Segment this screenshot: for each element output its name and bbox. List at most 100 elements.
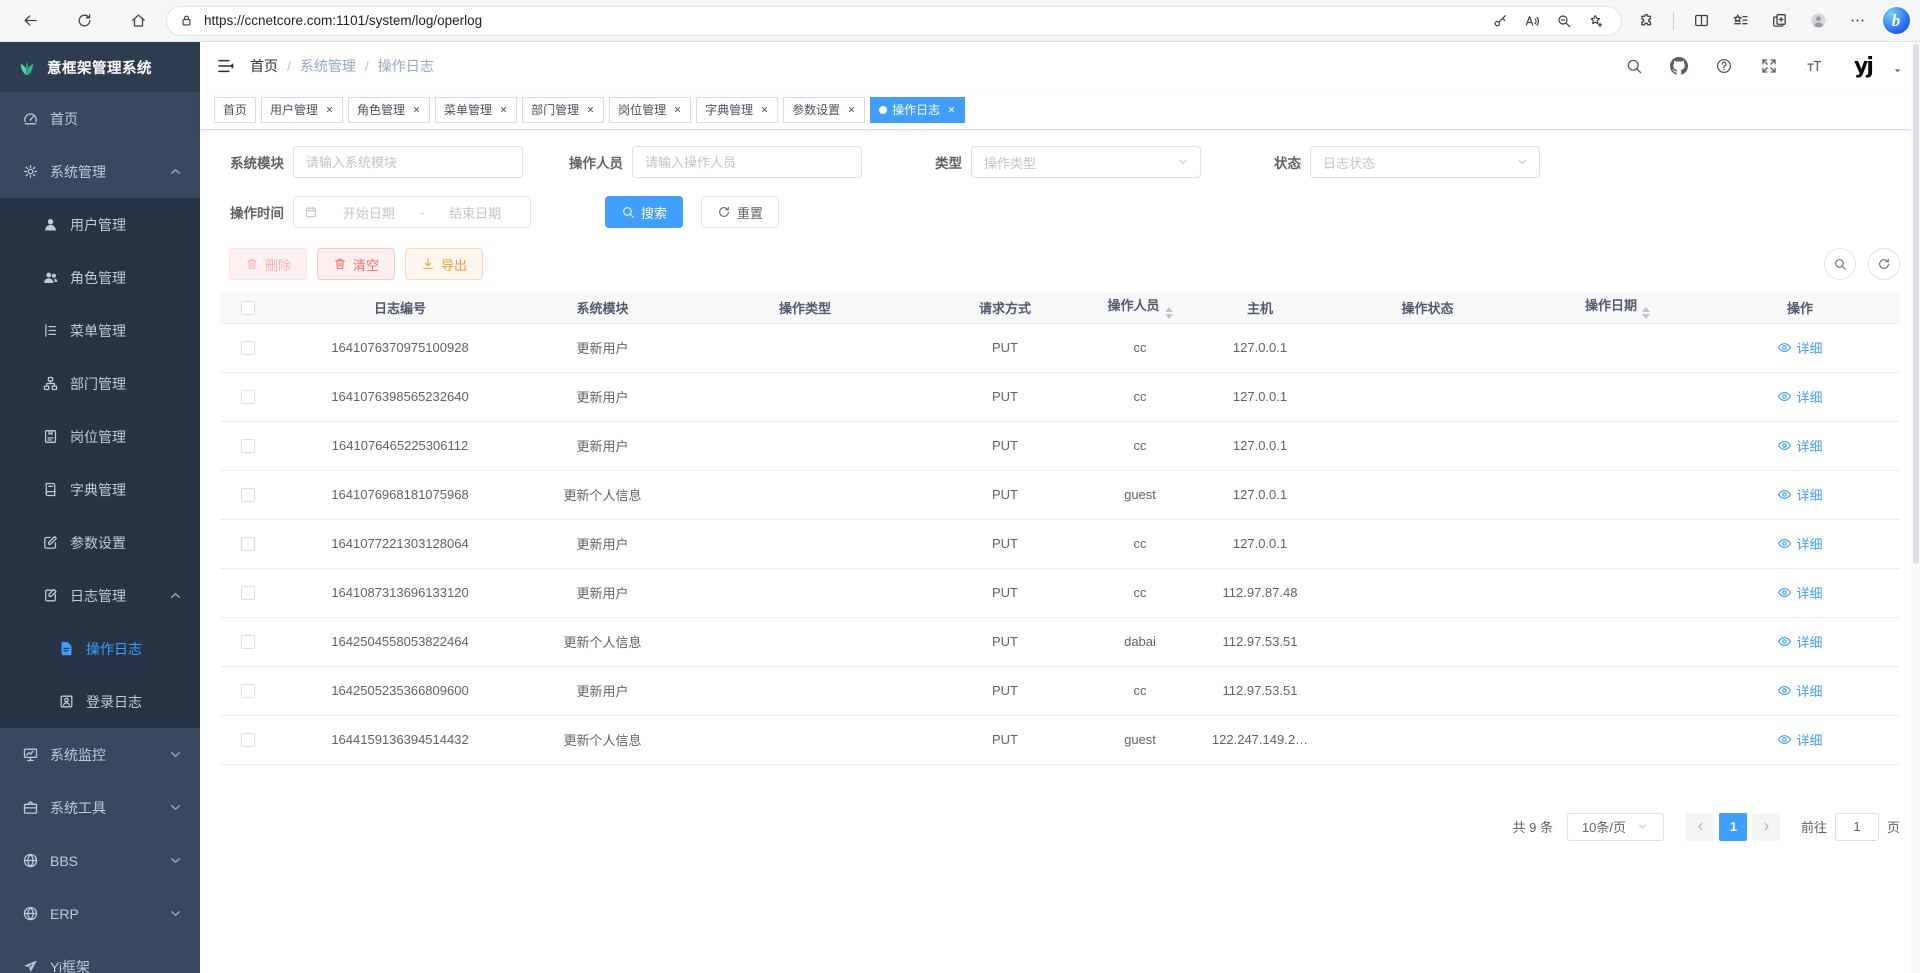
close-icon[interactable] <box>673 105 682 114</box>
export-button[interactable]: 导出 <box>405 248 483 280</box>
github-button[interactable] <box>1666 53 1692 79</box>
address-bar[interactable]: https://ccnetcore.com:1101/system/log/op… <box>166 6 1622 36</box>
prev-page-button[interactable] <box>1686 813 1714 841</box>
type-select[interactable]: 操作类型 <box>971 146 1201 178</box>
detail-link[interactable]: 详细 <box>1777 485 1822 504</box>
favorite-add-button[interactable] <box>1583 8 1609 34</box>
row-checkbox[interactable] <box>241 537 255 551</box>
home-button[interactable] <box>122 5 154 37</box>
detail-link[interactable]: 详细 <box>1777 730 1822 749</box>
scrollbar-thumb[interactable] <box>1913 44 1919 564</box>
back-button[interactable] <box>14 5 46 37</box>
row-checkbox[interactable] <box>241 635 255 649</box>
column-header-操作人员[interactable]: 操作人员 <box>1080 292 1200 323</box>
sidebar-item-日志管理[interactable]: 日志管理 <box>0 569 200 622</box>
detail-link[interactable]: 详细 <box>1777 436 1822 455</box>
close-icon[interactable] <box>947 105 956 114</box>
close-icon[interactable] <box>760 105 769 114</box>
clear-button[interactable]: 清空 <box>317 248 395 280</box>
user-avatar[interactable]: yj <box>1846 51 1880 81</box>
sidebar-item-字典管理[interactable]: 字典管理 <box>0 463 200 516</box>
caret-down-icon[interactable] <box>1891 64 1904 77</box>
search-button[interactable] <box>1621 53 1647 79</box>
page-1-button[interactable]: 1 <box>1719 813 1747 841</box>
favorites-bar-button[interactable] <box>1724 5 1756 37</box>
page-scrollbar[interactable] <box>1911 42 1920 973</box>
detail-link[interactable]: 详细 <box>1777 387 1822 406</box>
reset-button[interactable]: 重置 <box>701 196 779 228</box>
page-tab-首页[interactable]: 首页 <box>214 97 256 123</box>
profile-button[interactable] <box>1802 5 1834 37</box>
app-logo[interactable]: 意框架管理系统 <box>0 42 200 92</box>
delete-button[interactable]: 删除 <box>229 248 307 280</box>
sidebar-item-登录日志[interactable]: 登录日志 <box>0 675 200 728</box>
breadcrumb-item[interactable]: 操作日志 <box>378 56 434 76</box>
page-tab-字典管理[interactable]: 字典管理 <box>696 97 778 123</box>
close-icon[interactable] <box>325 105 334 114</box>
breadcrumb-item[interactable]: 首页 <box>250 56 278 76</box>
page-tab-岗位管理[interactable]: 岗位管理 <box>609 97 691 123</box>
key-button[interactable] <box>1487 8 1513 34</box>
sidebar-item-BBS[interactable]: BBS <box>0 834 200 887</box>
collections-button[interactable] <box>1763 5 1795 37</box>
row-checkbox[interactable] <box>241 390 255 404</box>
row-checkbox[interactable] <box>241 439 255 453</box>
hamburger-button[interactable] <box>216 56 236 76</box>
page-size-select[interactable]: 10条/页 <box>1567 813 1664 841</box>
read-aloud-button[interactable] <box>1519 8 1545 34</box>
page-tab-菜单管理[interactable]: 菜单管理 <box>435 97 517 123</box>
sidebar-item-岗位管理[interactable]: 岗位管理 <box>0 410 200 463</box>
module-input[interactable] <box>293 146 523 178</box>
more-button[interactable] <box>1841 5 1873 37</box>
extensions-button[interactable] <box>1630 5 1662 37</box>
row-checkbox[interactable] <box>241 586 255 600</box>
sidebar-item-ERP[interactable]: ERP <box>0 887 200 940</box>
sidebar-item-用户管理[interactable]: 用户管理 <box>0 198 200 251</box>
refresh-table-button[interactable] <box>1868 248 1900 280</box>
status-select[interactable]: 日志状态 <box>1310 146 1540 178</box>
sort-caret-icon[interactable] <box>1165 307 1173 319</box>
sidebar-item-Yi框架[interactable]: Yi框架 <box>0 940 200 973</box>
sidebar-item-系统监控[interactable]: 系统监控 <box>0 728 200 781</box>
text-size-button[interactable] <box>1801 53 1827 79</box>
url-text[interactable]: https://ccnetcore.com:1101/system/log/op… <box>204 13 1477 28</box>
sidebar-item-参数设置[interactable]: 参数设置 <box>0 516 200 569</box>
split-screen-button[interactable] <box>1685 5 1717 37</box>
close-icon[interactable] <box>847 105 856 114</box>
page-tab-参数设置[interactable]: 参数设置 <box>783 97 865 123</box>
detail-link[interactable]: 详细 <box>1777 632 1822 651</box>
detail-link[interactable]: 详细 <box>1777 338 1822 357</box>
page-tab-角色管理[interactable]: 角色管理 <box>348 97 430 123</box>
row-checkbox[interactable] <box>241 341 255 355</box>
next-page-button[interactable] <box>1752 813 1780 841</box>
sidebar-item-菜单管理[interactable]: 菜单管理 <box>0 304 200 357</box>
breadcrumb-item[interactable]: 系统管理 <box>300 56 356 76</box>
sidebar-item-角色管理[interactable]: 角色管理 <box>0 251 200 304</box>
row-checkbox[interactable] <box>241 684 255 698</box>
refresh-button[interactable] <box>68 5 100 37</box>
page-tab-用户管理[interactable]: 用户管理 <box>261 97 343 123</box>
copilot-button[interactable]: b <box>1880 5 1912 37</box>
sidebar-item-系统工具[interactable]: 系统工具 <box>0 781 200 834</box>
detail-link[interactable]: 详细 <box>1777 681 1822 700</box>
sidebar-item-首页[interactable]: 首页 <box>0 92 200 145</box>
row-checkbox[interactable] <box>241 488 255 502</box>
column-header-操作日期[interactable]: 操作日期 <box>1535 292 1700 323</box>
sidebar-item-操作日志[interactable]: 操作日志 <box>0 622 200 675</box>
zoom-out-button[interactable] <box>1551 8 1577 34</box>
date-range-input[interactable]: 开始日期 - 结束日期 <box>293 196 531 228</box>
operator-input[interactable] <box>632 146 862 178</box>
row-checkbox[interactable] <box>241 733 255 747</box>
page-tab-部门管理[interactable]: 部门管理 <box>522 97 604 123</box>
sidebar-item-系统管理[interactable]: 系统管理 <box>0 145 200 198</box>
detail-link[interactable]: 详细 <box>1777 583 1822 602</box>
close-icon[interactable] <box>412 105 421 114</box>
help-button[interactable] <box>1711 53 1737 79</box>
detail-link[interactable]: 详细 <box>1777 534 1822 553</box>
show-search-button[interactable] <box>1824 248 1856 280</box>
select-all-checkbox[interactable] <box>241 301 255 315</box>
sort-caret-icon[interactable] <box>1642 307 1650 319</box>
goto-page-input[interactable] <box>1835 813 1879 841</box>
close-icon[interactable] <box>586 105 595 114</box>
search-button[interactable]: 搜索 <box>605 196 683 228</box>
